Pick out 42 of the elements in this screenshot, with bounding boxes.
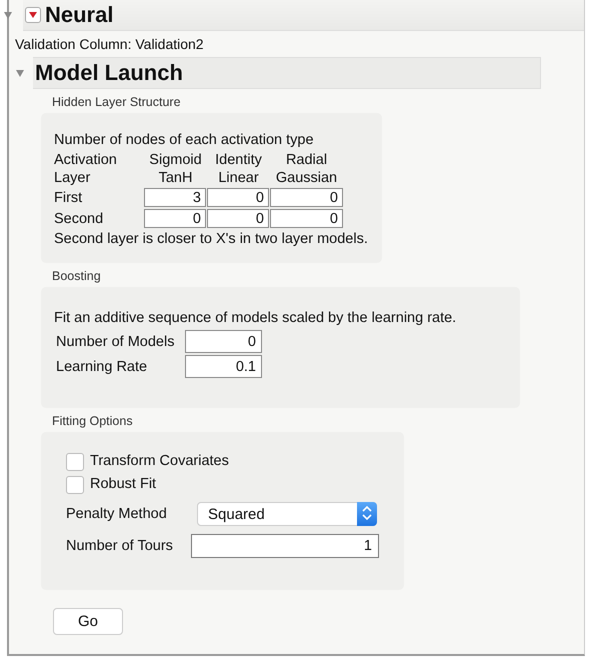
number-field[interactable]: 1 [191,534,379,558]
number-field[interactable]: 0 [270,188,343,207]
disclosure-triangle-icon[interactable] [15,68,25,78]
group-label: Hidden Layer Structure [51,94,182,111]
go-button[interactable]: Go [53,608,123,635]
row-label: Second [54,210,104,226]
report-title: Neural [45,2,114,28]
checkbox[interactable] [66,452,84,470]
checkbox-label: Transform Covariates [90,452,229,471]
column-header: Sigmoid [148,152,203,168]
disclosure-triangle-icon[interactable] [3,10,13,20]
number-field[interactable]: 0 [270,209,343,228]
group-label: Boosting [51,268,102,285]
number-field[interactable]: 0.1 [185,355,262,378]
field-label: Number of Tours [66,538,174,554]
note-text: Second layer is closer to X's in two layer models. [54,230,368,249]
description-text: Fit an additive sequence of models scaled by the learning rate. [54,309,458,328]
field-label: Penalty Method [66,506,168,522]
menu-button[interactable] [25,7,41,23]
checkbox-label: Robust Fit [90,475,156,494]
number-field[interactable]: 0 [144,209,206,228]
row-label: First [54,190,84,206]
group-label: Fitting Options [51,413,134,430]
number-field[interactable]: 0 [207,209,269,228]
caret-icon [29,12,37,18]
field-label: Number of Models [56,334,176,350]
number-field[interactable]: 3 [144,188,206,207]
column-header: Radial [284,152,328,168]
column-header: Linear [217,170,260,186]
number-field[interactable]: 0 [185,330,262,353]
column-header: TanH [158,170,194,186]
validation-column-label: Validation Column: Validation2 [14,35,205,54]
field-label: Learning Rate [56,358,148,374]
dropdown[interactable]: Squared [197,502,377,526]
column-header: Identity [214,152,263,168]
number-field[interactable]: 0 [207,188,269,207]
column-header: Layer [54,170,92,186]
instruction-text: Number of nodes of each activation type [54,131,315,150]
column-header: Gaussian [274,170,338,186]
section-title: Model Launch [35,60,183,86]
column-header: Activation [54,152,118,168]
checkbox[interactable] [66,476,84,494]
